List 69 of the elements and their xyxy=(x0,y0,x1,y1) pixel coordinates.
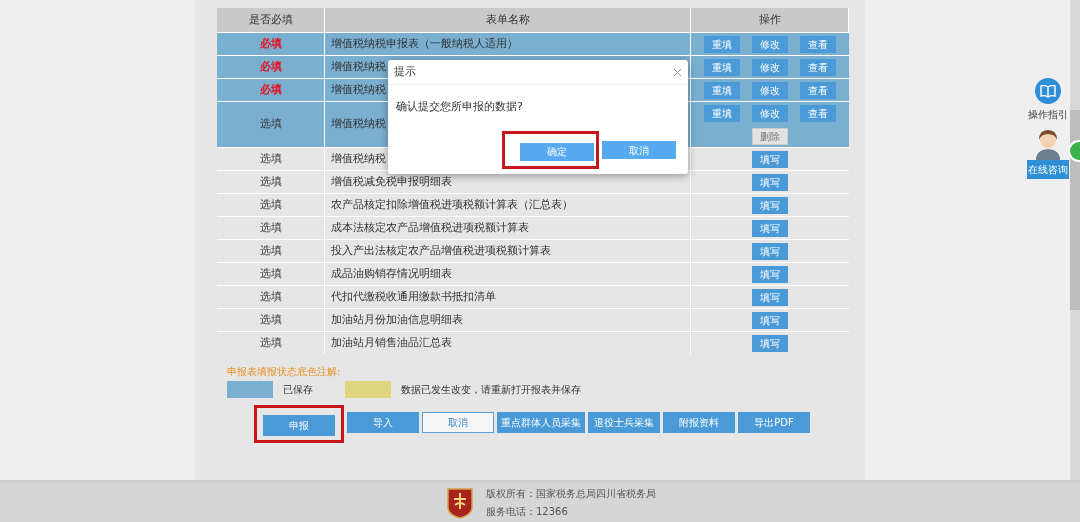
requirement-text: 选填 xyxy=(259,311,282,328)
requirement-text: 选填 xyxy=(259,288,282,305)
dialog-message: 确认提交您所申报的数据? xyxy=(396,99,524,115)
action-button[interactable]: 查看 xyxy=(800,81,836,99)
action-button[interactable]: 重点群体人员采集 xyxy=(497,412,585,433)
legend-label: 已保存 xyxy=(283,383,313,397)
legend-label: 数据已发生改变，请重新打开报表并保存 xyxy=(401,383,581,397)
action-button[interactable]: 重填 xyxy=(704,58,740,76)
form-name: 增值税纳税申报表（一般纳税人适用） xyxy=(331,35,518,52)
requirement-text: 选填 xyxy=(259,219,282,236)
action-button[interactable]: 修改 xyxy=(752,81,788,99)
form-name: 增值税纳税 xyxy=(331,58,386,75)
requirement-text: 选填 xyxy=(259,196,282,213)
action-button[interactable]: 填写 xyxy=(752,311,788,329)
online-consult-button[interactable]: 在线咨询 xyxy=(1027,160,1069,179)
book-icon[interactable] xyxy=(1035,78,1061,104)
legend-title: 申报表填报状态底色注解: xyxy=(227,365,342,379)
requirement-text: 选填 xyxy=(259,334,282,351)
form-name: 增值税纳税 xyxy=(331,81,386,98)
action-button[interactable]: 申报 xyxy=(263,415,335,436)
action-button[interactable]: 导出PDF xyxy=(738,412,810,433)
requirement-text: 选填 xyxy=(259,265,282,282)
form-name: 农产品核定扣除增值税进项税额计算表（汇总表） xyxy=(331,196,573,213)
form-name: 代扣代缴税收通用缴款书抵扣清单 xyxy=(331,288,496,305)
form-name: 成本法核定农产品增值税进项税额计算表 xyxy=(331,219,529,236)
support-agent-figure xyxy=(1033,128,1063,160)
emblem-icon xyxy=(446,486,474,519)
action-button[interactable]: 填写 xyxy=(752,150,788,168)
action-button[interactable]: 填写 xyxy=(752,334,788,352)
action-button[interactable]: 重填 xyxy=(704,104,740,122)
action-button[interactable]: 重填 xyxy=(704,35,740,53)
action-button[interactable]: 填写 xyxy=(752,242,788,260)
form-name: 成品油购销存情况明细表 xyxy=(331,265,452,282)
requirement-text: 必填 xyxy=(259,35,282,52)
action-button[interactable]: 修改 xyxy=(752,58,788,76)
action-button[interactable]: 填写 xyxy=(752,173,788,191)
action-button[interactable]: 填写 xyxy=(752,196,788,214)
action-button[interactable]: 查看 xyxy=(800,104,836,122)
action-button[interactable]: 填写 xyxy=(752,265,788,283)
form-name: 增值税纳税 xyxy=(331,150,386,167)
dialog-button[interactable]: 确定 xyxy=(520,142,594,161)
action-button[interactable]: 附报资料 xyxy=(663,412,735,433)
action-button[interactable]: 修改 xyxy=(752,104,788,122)
action-button[interactable]: 填写 xyxy=(752,288,788,306)
phone-text: 服务电话：12366 xyxy=(486,505,569,519)
action-button[interactable]: 修改 xyxy=(752,35,788,53)
action-button[interactable]: 查看 xyxy=(800,58,836,76)
copyright-text: 版权所有：国家税务总局四川省税务局 xyxy=(486,487,656,501)
form-name: 投入产出法核定农产品增值税进项税额计算表 xyxy=(331,242,551,259)
form-name: 增值税减免税申报明细表 xyxy=(331,173,452,190)
action-button[interactable]: 导入 xyxy=(347,412,419,433)
requirement-text: 必填 xyxy=(259,81,282,98)
requirement-text: 选填 xyxy=(259,116,282,133)
close-icon[interactable] xyxy=(673,67,682,77)
guide-label[interactable]: 操作指引 xyxy=(1028,107,1068,122)
form-name: 增值税纳税 xyxy=(331,116,386,133)
form-name: 加油站月份加油信息明细表 xyxy=(331,311,463,328)
action-button[interactable]: 查看 xyxy=(800,35,836,53)
requirement-text: 选填 xyxy=(259,173,282,190)
form-name: 加油站月销售油品汇总表 xyxy=(331,334,452,351)
requirement-text: 选填 xyxy=(259,242,282,259)
dialog-button[interactable]: 取消 xyxy=(602,141,676,159)
dialog-title: 提示 xyxy=(394,63,416,80)
action-button[interactable]: 填写 xyxy=(752,219,788,237)
action-button[interactable]: 重填 xyxy=(704,81,740,99)
action-button[interactable]: 退役士兵采集 xyxy=(588,412,660,433)
requirement-text: 选填 xyxy=(259,150,282,167)
requirement-text: 必填 xyxy=(259,58,282,75)
action-button[interactable]: 取消 xyxy=(422,412,494,433)
